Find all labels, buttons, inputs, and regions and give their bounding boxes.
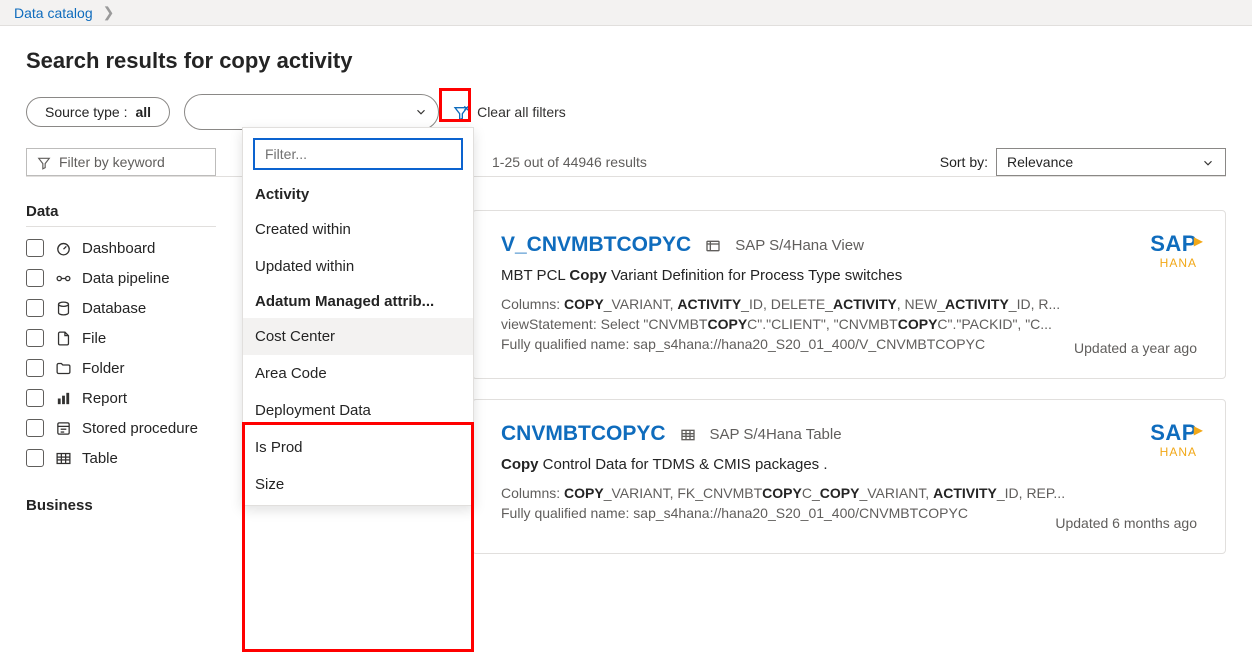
- dropdown-option-created-within[interactable]: Created within: [243, 211, 473, 248]
- sort-by-value: Relevance: [1007, 154, 1073, 170]
- dropdown-option-size[interactable]: Size: [243, 466, 473, 503]
- results-list: SAP ▶ HANA V_CNVMBTCOPYC SAP S/4Hana Vie…: [472, 210, 1226, 574]
- result-title-link[interactable]: CNVMBTCOPYC: [501, 422, 666, 446]
- stored-procedure-icon: [54, 420, 72, 437]
- pipeline-icon: [54, 270, 72, 287]
- table-icon: [54, 450, 72, 467]
- result-type-label: SAP S/4Hana View: [735, 237, 864, 254]
- dropdown-group-managed-attributes: Adatum Managed attrib...: [243, 285, 473, 318]
- chevron-down-icon: [414, 103, 428, 119]
- facet-table[interactable]: Table: [26, 449, 216, 467]
- sap-hana-badge: SAP ▶ HANA: [1150, 233, 1197, 269]
- facet-data-pipeline[interactable]: Data pipeline: [26, 269, 216, 287]
- checkbox-icon[interactable]: [26, 389, 44, 407]
- filter-pill-row: Source type : all Clear all filters: [26, 94, 1226, 130]
- facet-panel: Data Dashboard Data pipeline: [26, 189, 216, 524]
- sap-logo-text: SAP: [1150, 233, 1197, 255]
- breadcrumb-bar: Data catalog ❯: [0, 0, 1252, 26]
- facet-report[interactable]: Report: [26, 389, 216, 407]
- facet-stored-procedure[interactable]: Stored procedure: [26, 419, 216, 437]
- dashboard-icon: [54, 240, 72, 257]
- sort-by-select[interactable]: Relevance: [996, 148, 1226, 176]
- sap-arrow-icon: ▶: [1194, 235, 1203, 247]
- table-icon: [680, 425, 696, 442]
- breadcrumb-root[interactable]: Data catalog: [14, 5, 93, 21]
- clear-all-filters-label: Clear all filters: [477, 104, 566, 120]
- source-type-value: all: [136, 104, 152, 120]
- filter-by-keyword-input[interactable]: Filter by keyword: [26, 148, 216, 176]
- facet-label: Stored procedure: [82, 420, 198, 437]
- dropdown-option-updated-within[interactable]: Updated within: [243, 248, 473, 285]
- facet-label: Database: [82, 300, 146, 317]
- subheader-row: Filter by keyword Showing 1-25 out of 44…: [26, 148, 1226, 177]
- checkbox-icon[interactable]: [26, 239, 44, 257]
- facet-dashboard[interactable]: Dashboard: [26, 239, 216, 257]
- result-updated-label: Updated a year ago: [1074, 340, 1197, 356]
- sap-hana-badge: SAP ▶ HANA: [1150, 422, 1197, 458]
- dropdown-option-is-prod[interactable]: Is Prod: [243, 429, 473, 466]
- dropdown-option-area-code[interactable]: Area Code: [243, 355, 473, 392]
- result-title-link[interactable]: V_CNVMBTCOPYC: [501, 233, 691, 257]
- report-icon: [54, 390, 72, 407]
- facet-folder[interactable]: Folder: [26, 359, 216, 377]
- filter-by-keyword-placeholder: Filter by keyword: [59, 154, 165, 170]
- facet-group-data-title: Data: [26, 203, 216, 227]
- source-type-label: Source type :: [45, 104, 128, 120]
- sap-arrow-icon: ▶: [1194, 424, 1203, 436]
- sort-by-label: Sort by:: [940, 154, 988, 170]
- result-updated-label: Updated 6 months ago: [1055, 515, 1197, 531]
- result-card[interactable]: SAP ▶ HANA CNVMBTCOPYC SAP S/4Hana Table…: [472, 399, 1226, 554]
- checkbox-icon[interactable]: [26, 419, 44, 437]
- sap-logo-text: SAP: [1150, 422, 1197, 444]
- file-icon: [54, 330, 72, 347]
- result-description: MBT PCL Copy Variant Definition for Proc…: [501, 267, 1197, 284]
- checkbox-icon[interactable]: [26, 449, 44, 467]
- dropdown-option-deployment-data[interactable]: Deployment Data: [243, 392, 473, 429]
- dropdown-option-cost-center[interactable]: Cost Center: [243, 318, 473, 355]
- result-type-label: SAP S/4Hana Table: [710, 426, 842, 443]
- dropdown-filter-input[interactable]: [253, 138, 463, 170]
- sap-hana-text: HANA: [1150, 446, 1197, 458]
- facet-group-business-title: Business: [26, 497, 216, 514]
- view-icon: [705, 236, 721, 253]
- checkbox-icon[interactable]: [26, 359, 44, 377]
- source-type-pill[interactable]: Source type : all: [26, 97, 170, 127]
- chevron-right-icon: ❯: [103, 4, 115, 21]
- clear-filter-icon: [453, 103, 469, 120]
- checkbox-icon[interactable]: [26, 269, 44, 287]
- filter-dropdown-panel: Activity Created within Updated within A…: [242, 127, 474, 506]
- add-filter-dropdown-trigger[interactable]: [184, 94, 439, 130]
- result-meta-viewstatement: viewStatement: Select "CNVMBTCOPYC"."CLI…: [501, 316, 1197, 332]
- result-card[interactable]: SAP ▶ HANA V_CNVMBTCOPYC SAP S/4Hana Vie…: [472, 210, 1226, 379]
- database-icon: [54, 300, 72, 317]
- checkbox-icon[interactable]: [26, 299, 44, 317]
- results-count-label: Showing 1-25 out of 44946 results: [492, 154, 647, 170]
- dropdown-group-activity: Activity: [243, 178, 473, 211]
- facet-label: Folder: [82, 360, 125, 377]
- facet-file[interactable]: File: [26, 329, 216, 347]
- page-title: Search results for copy activity: [26, 48, 1226, 74]
- result-description: Copy Control Data for TDMS & CMIS packag…: [501, 456, 1197, 473]
- facet-label: Data pipeline: [82, 270, 170, 287]
- result-meta-columns: Columns: COPY_VARIANT, ACTIVITY_ID, DELE…: [501, 296, 1197, 312]
- facet-label: Report: [82, 390, 127, 407]
- funnel-icon: [37, 154, 51, 170]
- clear-all-filters-button[interactable]: Clear all filters: [453, 103, 566, 120]
- chevron-down-icon: [1201, 154, 1215, 170]
- sap-hana-text: HANA: [1150, 257, 1197, 269]
- facet-label: Dashboard: [82, 240, 155, 257]
- facet-label: Table: [82, 450, 118, 467]
- folder-icon: [54, 360, 72, 377]
- facet-database[interactable]: Database: [26, 299, 216, 317]
- facet-label: File: [82, 330, 106, 347]
- checkbox-icon[interactable]: [26, 329, 44, 347]
- result-meta-columns: Columns: COPY_VARIANT, FK_CNVMBTCOPYC_CO…: [501, 485, 1197, 501]
